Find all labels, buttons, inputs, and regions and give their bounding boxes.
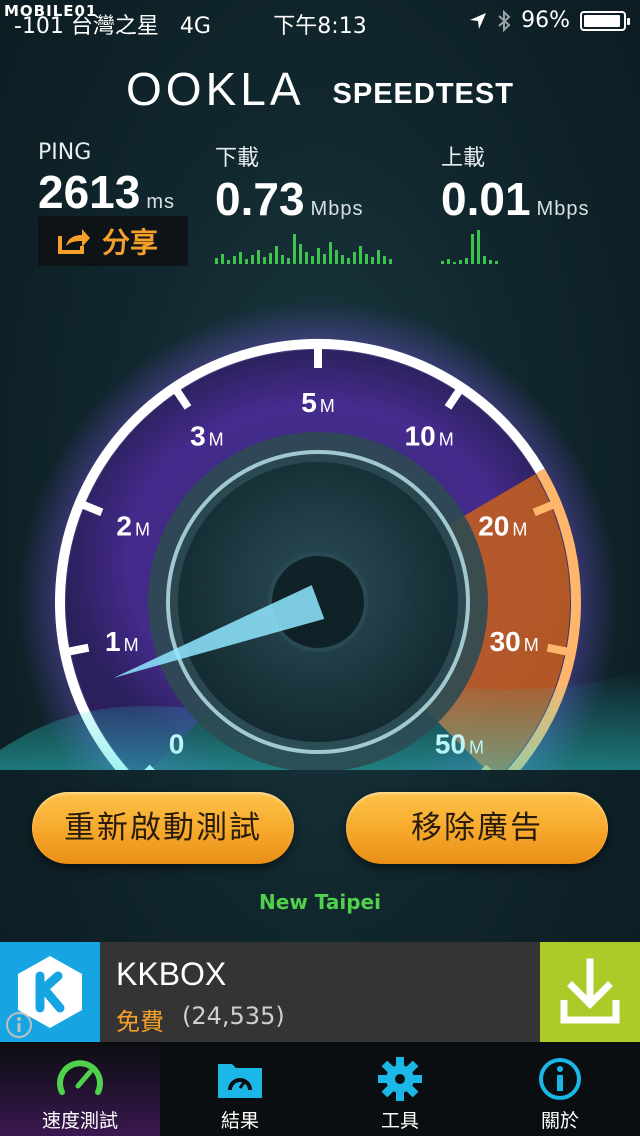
ping-label: PING [38, 140, 92, 165]
tab-label: 工具 [380, 1110, 419, 1132]
restart-test-button[interactable]: 重新啟動測試 [32, 792, 294, 864]
history-bar [377, 250, 380, 264]
ad-banner[interactable]: KKBOX 免費 (24,535) [0, 942, 640, 1042]
history-bar [335, 250, 338, 264]
history-bar [441, 261, 444, 264]
tab-tools[interactable]: 工具 [320, 1042, 480, 1136]
history-bar [221, 254, 224, 264]
history-bar [471, 234, 474, 264]
history-bar [245, 259, 248, 264]
speedometer-icon [57, 1060, 103, 1095]
upload-label: 上載 [441, 146, 486, 171]
tab-speed-test[interactable]: 速度測試 [0, 1042, 160, 1136]
history-bar [239, 252, 242, 264]
download-history-graph [215, 220, 392, 264]
history-bar [347, 258, 350, 264]
ping-value: 2613 [38, 166, 141, 218]
history-bar [383, 256, 386, 264]
app-logo: OOKLA SPEEDTEST [0, 62, 640, 116]
history-bar [257, 250, 260, 264]
history-bar [287, 258, 290, 264]
history-bar [495, 261, 498, 264]
status-bar: MOBILE01 -101 台灣之星 4G 下午8:13 96% [0, 0, 640, 40]
history-bar [447, 259, 450, 264]
share-button[interactable]: 分享 [38, 216, 188, 266]
upload-unit: Mbps [536, 198, 590, 220]
history-bar [281, 255, 284, 264]
history-bar [465, 258, 468, 264]
ping-unit: ms [146, 191, 176, 213]
history-bar [251, 255, 254, 264]
gauge-tick [64, 643, 90, 657]
history-bar [353, 252, 356, 264]
history-bar [323, 254, 326, 264]
ad-download-button[interactable] [540, 942, 640, 1042]
history-bar [489, 260, 492, 264]
history-bar [233, 256, 236, 264]
history-bar [269, 253, 272, 264]
upload-value: 0.01 [441, 173, 531, 225]
ping-metric: PING 2613 ms [38, 140, 175, 225]
tab-label: 關於 [540, 1110, 579, 1132]
history-bar [483, 256, 486, 264]
speed-gauge: 01M2M3M5M10M20M30M50M [0, 290, 640, 902]
history-bar [341, 255, 344, 264]
product-name: SPEEDTEST [332, 77, 514, 110]
server-location: New Taipei [259, 890, 381, 914]
download-label: 下載 [215, 146, 260, 171]
download-unit: Mbps [310, 198, 364, 220]
history-bar [293, 234, 296, 264]
download-icon [560, 958, 620, 1024]
remove-ads-button[interactable]: 移除廣告 [346, 792, 608, 864]
share-icon [58, 229, 90, 254]
upload-history-graph [441, 220, 498, 264]
history-bar [299, 244, 302, 264]
tab-about[interactable]: 關於 [480, 1042, 640, 1136]
share-label: 分享 [102, 226, 159, 259]
history-bar [365, 254, 368, 264]
folder-gauge-icon [218, 1064, 262, 1098]
gear-icon [378, 1057, 422, 1101]
battery-icon [580, 10, 630, 31]
history-bar [215, 258, 218, 264]
history-bar [477, 230, 480, 264]
history-bar [305, 252, 308, 264]
battery-percent: 96% [521, 8, 570, 33]
history-bar [311, 256, 314, 264]
ad-app-name: KKBOX [116, 956, 227, 992]
tab-label: 速度測試 [41, 1110, 118, 1132]
tab-results[interactable]: 結果 [160, 1042, 320, 1136]
history-bar [371, 257, 374, 264]
bluetooth-icon [498, 9, 511, 32]
history-bar [459, 260, 462, 264]
history-bar [263, 257, 266, 264]
tab-bar: 速度測試 結果 工具 關於 [0, 1042, 640, 1136]
location-arrow-icon [470, 12, 487, 29]
history-bar [453, 262, 456, 264]
tab-label: 結果 [220, 1110, 259, 1132]
history-bar [329, 242, 332, 264]
status-right: 96% [469, 8, 630, 33]
gauge-svg: 01M2M3M5M10M20M30M50M [0, 302, 640, 902]
history-bar [317, 248, 320, 264]
info-icon [539, 1058, 581, 1100]
history-bar [359, 246, 362, 264]
history-bar [389, 259, 392, 264]
history-bar [227, 260, 230, 264]
ad-app-price: 免費 [116, 1008, 164, 1036]
ad-info-icon[interactable] [4, 1010, 34, 1040]
history-bar [275, 246, 278, 264]
ad-rating-count: (24,535) [182, 1002, 285, 1030]
upload-metric: 上載 0.01 Mbps [441, 140, 589, 232]
download-metric: 下載 0.73 Mbps [215, 140, 363, 232]
gauge-tick [546, 643, 572, 657]
brand-logo: OOKLA [126, 63, 305, 115]
download-value: 0.73 [215, 173, 305, 225]
